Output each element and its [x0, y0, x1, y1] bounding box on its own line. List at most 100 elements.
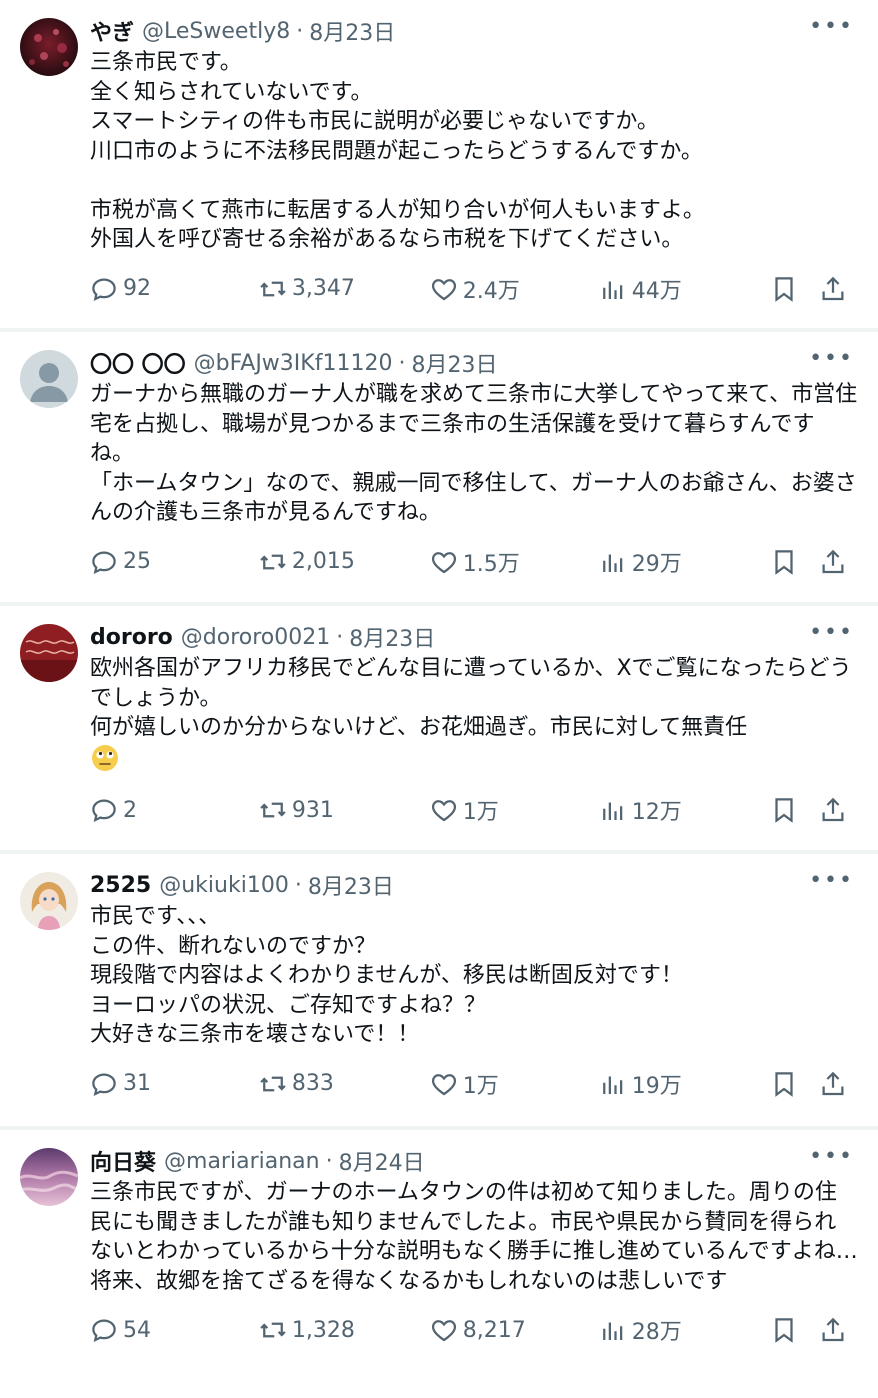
tweet-header: 向日葵 @mariarianan · 8月24日 [90, 1145, 858, 1177]
share-icon [822, 797, 844, 822]
user-handle[interactable]: @dororo0021 [181, 625, 330, 650]
display-name[interactable]: やぎ [90, 15, 134, 47]
reply-count: 25 [123, 549, 151, 574]
heart-icon [431, 551, 456, 573]
bookmark-button[interactable] [769, 1069, 819, 1099]
avatar[interactable] [20, 1148, 78, 1206]
views-button[interactable]: 29万 [598, 546, 769, 578]
views-button[interactable]: 44万 [598, 273, 769, 305]
reply-count: 31 [123, 1071, 151, 1096]
like-button[interactable]: 1万 [429, 794, 598, 826]
reply-button[interactable]: 92 [89, 274, 258, 304]
views-chart-icon [602, 1322, 622, 1340]
repost-icon [260, 1322, 286, 1338]
avatar[interactable] [20, 350, 78, 408]
views-button[interactable]: 12万 [598, 794, 769, 826]
more-options-icon[interactable]: ••• [809, 1146, 854, 1168]
tweet[interactable]: ••• やぎ @LeSweetly8 · 8月23日 三条市民です。 全く知らさ… [0, 0, 878, 332]
reply-button[interactable]: 2 [89, 795, 258, 825]
tweet-text: 三条市民ですが、ガーナのホームタウンの件は初めて知りました。周りの住民にも聞きま… [90, 1180, 858, 1294]
repost-button[interactable]: 3,347 [258, 274, 429, 304]
tweet-date[interactable]: 8月23日 [349, 621, 435, 653]
like-button[interactable]: 2.4万 [429, 273, 598, 305]
tweet-date[interactable]: 8月23日 [411, 347, 497, 379]
share-button[interactable] [818, 274, 858, 304]
share-button[interactable] [818, 1315, 858, 1345]
share-icon [822, 1071, 844, 1095]
reply-icon [92, 550, 116, 574]
repost-icon [260, 1076, 286, 1091]
action-bar: 2 931 1万 12万 [89, 778, 858, 842]
separator-dot: · [336, 624, 344, 650]
views-button[interactable]: 19万 [598, 1068, 769, 1100]
display-name[interactable]: 〇〇 〇〇 [90, 347, 186, 379]
rolling-eyes-emoji-icon [92, 744, 118, 771]
repost-button[interactable]: 2,015 [258, 547, 429, 577]
repost-count: 3,347 [291, 276, 355, 301]
tweet[interactable]: ••• dororo @dororo0021 · 8月23日 欧州各国がアフリカ… [0, 606, 878, 854]
heart-icon [431, 278, 456, 300]
reply-button[interactable]: 54 [89, 1315, 258, 1345]
reply-icon [92, 277, 116, 301]
share-button[interactable] [818, 547, 858, 577]
avatar[interactable] [20, 872, 78, 930]
more-options-icon[interactable]: ••• [809, 16, 854, 38]
views-button[interactable]: 28万 [598, 1314, 769, 1346]
reply-count: 54 [123, 1317, 151, 1343]
separator-dot: · [325, 1148, 333, 1174]
like-count: 1.5万 [462, 551, 520, 577]
reply-button[interactable]: 31 [89, 1069, 258, 1099]
action-bar: 54 1,328 8,217 28万 [89, 1298, 858, 1362]
display-name[interactable]: dororo [90, 625, 173, 650]
bookmark-icon [774, 549, 793, 575]
like-button[interactable]: 1.5万 [429, 546, 598, 578]
share-icon [822, 276, 844, 300]
heart-icon [431, 1073, 456, 1095]
bookmark-button[interactable] [769, 1315, 819, 1345]
share-icon [822, 1317, 844, 1342]
more-options-icon[interactable]: ••• [809, 622, 854, 644]
more-options-icon[interactable]: ••• [809, 870, 854, 892]
share-button[interactable] [818, 795, 858, 825]
action-bar: 25 2,015 1.5万 29万 [89, 530, 858, 594]
user-handle[interactable]: @mariarianan [164, 1149, 320, 1174]
bookmark-button[interactable] [769, 274, 819, 304]
tweet[interactable]: ••• 向日葵 @mariarianan · 8月24日 三条市民ですが、ガーナ… [0, 1130, 878, 1398]
share-button[interactable] [818, 1069, 858, 1099]
reply-button[interactable]: 25 [89, 547, 258, 577]
reply-count: 2 [123, 797, 137, 823]
bookmark-button[interactable] [769, 547, 819, 577]
repost-icon [260, 802, 286, 818]
like-button[interactable]: 8,217 [429, 1315, 598, 1345]
avatar[interactable] [20, 624, 78, 682]
repost-count: 931 [291, 797, 334, 823]
tweet-date[interactable]: 8月23日 [309, 15, 395, 47]
separator-dot: · [296, 18, 304, 44]
tweet-text: 市民です、、、 この件、断れないのですか？ 現段階で内容はよくわかりませんが、移… [90, 904, 683, 1047]
bookmark-icon [774, 1071, 793, 1097]
tweet-text: ガーナから無職のガーナ人が職を求めて三条市に大挙してやって来て、市営住宅を占拠し… [90, 382, 858, 525]
repost-button[interactable]: 1,328 [258, 1315, 429, 1345]
separator-dot: · [294, 872, 302, 898]
bookmark-button[interactable] [769, 795, 819, 825]
display-name[interactable]: 2525 [90, 873, 151, 898]
tweet[interactable]: ••• 2525 @ukiuki100 · 8月23日 市民です、、、 この件、… [0, 854, 878, 1130]
more-options-icon[interactable]: ••• [809, 348, 854, 370]
like-button[interactable]: 1万 [429, 1068, 598, 1100]
repost-button[interactable]: 931 [258, 795, 429, 825]
tweet-date[interactable]: 8月23日 [308, 869, 394, 901]
user-handle[interactable]: @ukiuki100 [159, 873, 289, 898]
timeline: ••• やぎ @LeSweetly8 · 8月23日 三条市民です。 全く知らさ… [0, 0, 878, 1398]
tweet-text: 三条市民です。 全く知らされていないです。 スマートシティの件も市民に説明が必要… [90, 50, 705, 252]
user-handle[interactable]: @bFAJw3IKf11120 [194, 351, 393, 376]
user-handle[interactable]: @LeSweetly8 [142, 19, 290, 44]
avatar[interactable] [20, 18, 78, 76]
views-chart-icon [602, 1076, 622, 1094]
view-count: 12万 [631, 800, 682, 825]
repost-button[interactable]: 833 [258, 1069, 429, 1099]
tweet-date[interactable]: 8月24日 [339, 1145, 425, 1177]
display-name[interactable]: 向日葵 [90, 1145, 156, 1177]
separator-dot: · [398, 350, 406, 376]
reply-icon [92, 799, 116, 822]
tweet[interactable]: ••• 〇〇 〇〇 @bFAJw3IKf11120 · 8月23日 ガーナから無… [0, 332, 878, 606]
